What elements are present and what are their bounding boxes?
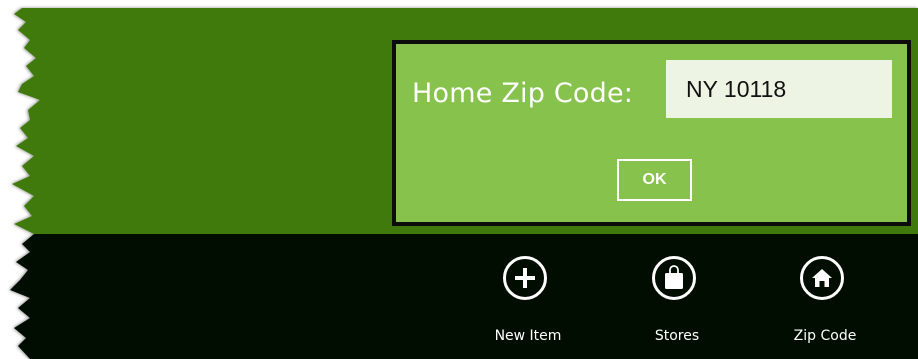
app-window: Home Zip Code: OK New Item Stores Zip [0, 0, 918, 359]
new-item-circle [503, 256, 547, 300]
zip-code-label: Zip Code [793, 328, 857, 344]
stores-label: Stores [654, 328, 700, 344]
new-item-label: New Item [494, 328, 562, 344]
ok-button[interactable]: OK [617, 159, 692, 201]
zip-code-circle [800, 256, 844, 300]
plus-icon [515, 268, 535, 288]
zip-code-input[interactable] [666, 60, 892, 118]
zip-code-button[interactable]: Zip Code [770, 254, 880, 354]
shopping-bag-icon [665, 265, 683, 289]
home-zip-code-label: Home Zip Code: [412, 78, 634, 109]
stores-circle [652, 256, 696, 300]
zip-code-flyout: Home Zip Code: OK [392, 40, 911, 226]
home-icon [812, 269, 832, 287]
stores-button[interactable]: Stores [622, 254, 732, 354]
new-item-button[interactable]: New Item [473, 254, 583, 354]
